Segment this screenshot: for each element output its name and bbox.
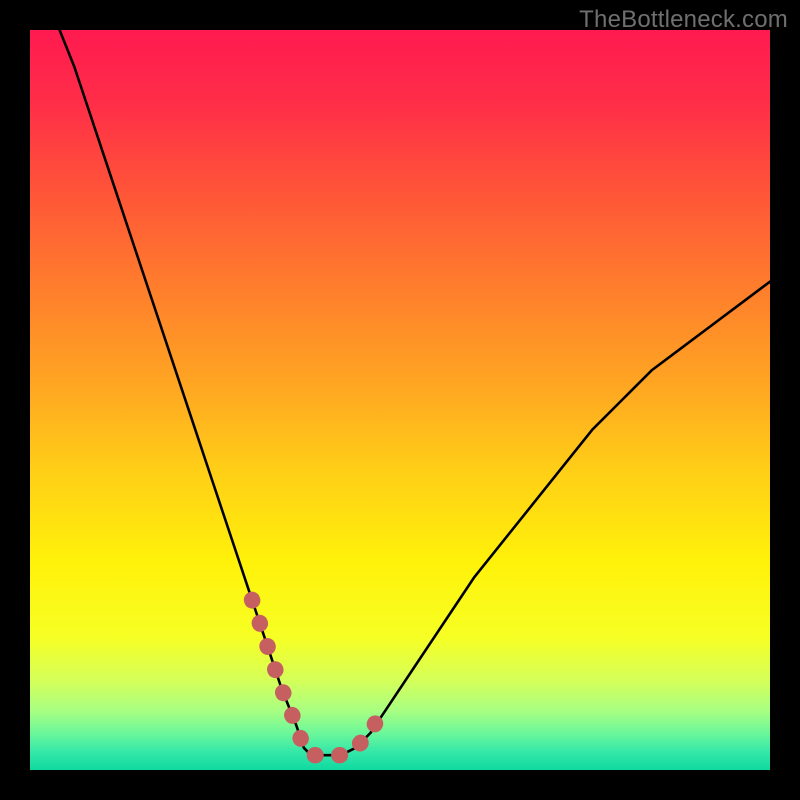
min-region-dots xyxy=(252,600,385,755)
plot-area xyxy=(30,30,770,770)
highlight-path xyxy=(252,600,385,755)
bottleneck-curve xyxy=(60,30,770,755)
chart-frame: TheBottleneck.com xyxy=(0,0,800,800)
curve-layer xyxy=(30,30,770,770)
